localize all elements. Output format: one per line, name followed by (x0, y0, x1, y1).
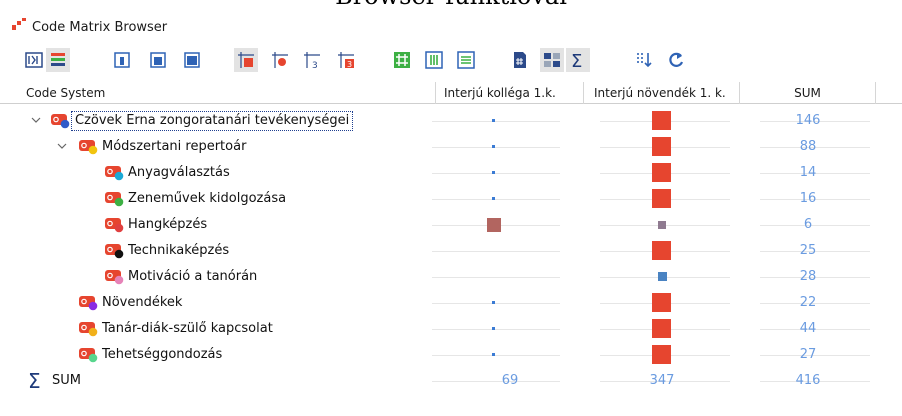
code-label[interactable]: Anyagválasztás (128, 164, 230, 182)
document-compare-icon[interactable] (540, 48, 564, 72)
tree-row[interactable]: Hangképzés 6 (0, 212, 902, 238)
hash-grid-icon[interactable] (390, 48, 414, 72)
svg-text:Σ: Σ (571, 51, 582, 70)
matrix-cell-dot[interactable] (492, 171, 495, 174)
numeric-values-icon[interactable]: 3 (300, 48, 324, 72)
chevron-down-icon[interactable] (30, 114, 42, 126)
code-icon (79, 296, 98, 311)
tree-row[interactable]: Technikaképzés 25 (0, 238, 902, 264)
matrix-cell-square[interactable] (652, 163, 671, 182)
numeric-colored-icon[interactable]: 3 (334, 48, 358, 72)
row-sum: 44 (799, 321, 817, 336)
matrix-cell-square[interactable] (652, 241, 671, 260)
code-label[interactable]: Tehetséggondozás (102, 346, 222, 364)
tree-row[interactable]: Anyagválasztás 14 (0, 160, 902, 186)
binary-matrix-icon[interactable] (22, 48, 46, 72)
total-doc-1: 69 (501, 373, 519, 388)
matrix-cell-dot[interactable] (492, 353, 495, 356)
row-sum: 27 (799, 347, 817, 362)
total-sum: 416 (795, 373, 821, 388)
code-label[interactable]: Czövek Erna zongoratanári tevékenységei (71, 111, 354, 131)
columns-icon[interactable] (422, 48, 446, 72)
row-sum: 88 (799, 139, 817, 154)
code-icon (79, 322, 98, 337)
svg-text:3: 3 (347, 60, 352, 69)
matrix-cell-square[interactable] (658, 272, 667, 281)
row-sum: 14 (799, 165, 817, 180)
matrix-cell-dot[interactable] (492, 119, 495, 122)
matrix-header: Code System Interjú kolléga 1.k. Interjú… (0, 82, 902, 104)
window-layout-1-icon[interactable] (110, 48, 134, 72)
code-icon (105, 244, 124, 259)
code-matrix-app-icon (12, 18, 26, 30)
row-sum: 28 (799, 269, 817, 284)
code-icon (105, 192, 124, 207)
code-matrix-grid: Czövek Erna zongoratanári tevékenységei … (0, 104, 902, 416)
total-doc-2: 347 (649, 373, 675, 388)
matrix-cell-dot[interactable] (492, 197, 495, 200)
code-label[interactable]: Hangképzés (128, 216, 207, 234)
code-icon (105, 218, 124, 233)
column-header-doc-2[interactable]: Interjú növendék 1. k. (584, 82, 740, 104)
matrix-cell-square[interactable] (652, 137, 671, 156)
tree-row[interactable]: Tanár-diák-szülő kapcsolat 44 (0, 316, 902, 342)
sum-icon: Σ (28, 369, 41, 393)
window-layout-2-icon[interactable] (146, 48, 170, 72)
column-header-sum[interactable]: SUM (740, 82, 876, 104)
code-icon (51, 114, 70, 129)
tree-row[interactable]: Növendékek 22 (0, 290, 902, 316)
code-label[interactable]: Motiváció a tanórán (128, 268, 257, 286)
tree-row[interactable]: Czövek Erna zongoratanári tevékenységei … (0, 108, 902, 134)
row-sum: 25 (799, 243, 817, 258)
code-label[interactable]: Tanár-diák-szülő kapcsolat (102, 320, 273, 338)
column-header-code-system[interactable]: Code System (0, 82, 436, 104)
tree-row[interactable]: Zeneművek kidolgozása 16 (0, 186, 902, 212)
window-titlebar: Code Matrix Browser (0, 8, 902, 35)
matrix-cell-square[interactable] (652, 345, 671, 364)
code-label[interactable]: Növendékek (102, 294, 182, 312)
code-icon (105, 166, 124, 181)
matrix-cell-square[interactable] (658, 221, 666, 229)
row-sum: 146 (795, 113, 821, 128)
refresh-icon[interactable] (664, 48, 688, 72)
row-sum: 6 (803, 217, 813, 232)
tree-row[interactable]: Módszertani repertoár 88 (0, 134, 902, 160)
code-label[interactable]: Módszertani repertoár (102, 138, 246, 156)
row-sum: 16 (799, 191, 817, 206)
matrix-cell-square[interactable] (487, 218, 501, 232)
tree-row[interactable]: Motiváció a tanórán 28 (0, 264, 902, 290)
matrix-cell-square[interactable] (652, 319, 671, 338)
matrix-cell-square[interactable] (652, 189, 671, 208)
svg-text:3: 3 (312, 61, 318, 70)
sort-columns-icon[interactable] (632, 48, 656, 72)
toolbar: 3 3 Σ (0, 44, 902, 78)
row-sum: 22 (799, 295, 817, 310)
window-layout-3-icon[interactable] (180, 48, 204, 72)
column-header-doc-1[interactable]: Interjú kolléga 1.k. (436, 82, 584, 104)
symbol-squares-icon[interactable] (234, 48, 258, 72)
tree-row[interactable]: Tehetséggondozás 27 (0, 342, 902, 368)
matrix-cell-dot[interactable] (492, 327, 495, 330)
window-title: Code Matrix Browser (32, 20, 168, 35)
code-icon (79, 348, 98, 363)
sum-icon[interactable]: Σ (566, 48, 590, 72)
chevron-down-icon[interactable] (56, 140, 68, 152)
symbol-dots-icon[interactable] (268, 48, 292, 72)
rows-icon[interactable] (454, 48, 478, 72)
sum-row: Σ SUM 69 347 416 (0, 368, 902, 394)
document-hash-icon[interactable] (508, 48, 532, 72)
sum-row-label: SUM (52, 373, 81, 388)
matrix-cell-square[interactable] (652, 111, 671, 130)
matrix-cell-dot[interactable] (492, 301, 495, 304)
matrix-cell-dot[interactable] (492, 145, 495, 148)
code-label[interactable]: Zeneművek kidolgozása (128, 190, 286, 208)
code-label[interactable]: Technikaképzés (128, 242, 229, 260)
code-icon (79, 140, 98, 155)
matrix-cell-square[interactable] (652, 293, 671, 312)
code-icon (105, 270, 124, 285)
page-header: Browser-funktiovai (0, 0, 902, 8)
code-color-bars-icon[interactable] (46, 48, 70, 72)
